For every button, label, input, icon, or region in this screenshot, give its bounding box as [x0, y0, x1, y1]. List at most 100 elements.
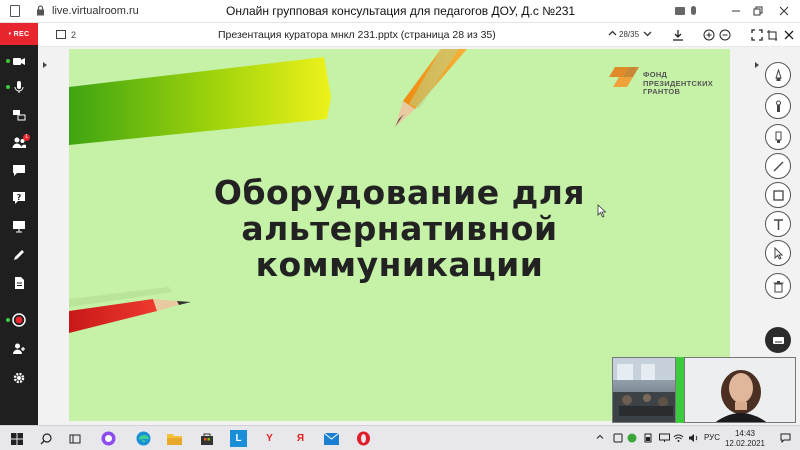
zoom-out-button[interactable] — [718, 28, 731, 41]
brush-tool-button[interactable] — [765, 93, 791, 119]
windows-start-icon — [10, 432, 23, 445]
store-icon — [200, 433, 213, 445]
marker-tool-button[interactable] — [765, 124, 791, 150]
collapse-left-button[interactable] — [42, 61, 48, 70]
maximize-button[interactable] — [750, 3, 766, 19]
tray-volume[interactable] — [688, 433, 699, 445]
l-app[interactable]: L — [230, 430, 247, 447]
sidebar-item-presentation[interactable] — [0, 214, 38, 238]
system-clock[interactable]: 14:43 12.02.2021 — [722, 429, 768, 449]
opera-icon — [357, 431, 370, 446]
active-indicator — [6, 59, 10, 63]
question-icon: ? — [13, 192, 25, 204]
pages-icon[interactable] — [56, 30, 66, 39]
marker-icon — [775, 131, 781, 143]
drawing-tools-panel — [762, 62, 798, 392]
sidebar-item-documents[interactable] — [0, 271, 38, 295]
sidebar-item-record[interactable] — [0, 308, 38, 332]
search-icon — [40, 432, 52, 444]
rectangle-icon — [772, 189, 784, 201]
svg-text:?: ? — [17, 193, 22, 202]
alice-icon — [101, 431, 116, 446]
close-icon — [784, 30, 793, 39]
window-title: Онлайн групповая консультация для педаго… — [226, 4, 576, 18]
mic-status-icon[interactable] — [691, 6, 696, 15]
store-app[interactable] — [198, 430, 215, 447]
shield-icon — [627, 433, 637, 443]
yandex-browser-app[interactable]: Y — [261, 430, 278, 447]
language-indicator[interactable]: РУС — [704, 433, 720, 442]
sidebar-item-microphone[interactable] — [0, 75, 38, 99]
sidebar-item-screen-share[interactable] — [0, 103, 38, 127]
participants-badge: 1 — [23, 134, 30, 141]
zoom-in-button[interactable] — [702, 28, 715, 41]
mail-app[interactable] — [323, 430, 340, 447]
edge-app[interactable] — [135, 430, 152, 447]
orange-pencil-graphic — [395, 49, 467, 127]
chat-icon — [13, 165, 25, 176]
yandex-app[interactable]: Я — [292, 430, 309, 447]
crop-button[interactable] — [765, 28, 778, 41]
highlighter-stroke — [69, 57, 331, 145]
next-page-button[interactable] — [643, 29, 652, 41]
tray-battery[interactable] — [643, 433, 653, 445]
edge-icon — [136, 431, 151, 446]
video-feed-image — [685, 358, 795, 422]
pointer-tool-button[interactable] — [765, 240, 791, 266]
video-participant-room[interactable] — [612, 357, 676, 423]
collapse-right-button[interactable] — [754, 61, 760, 70]
sidebar-item-settings[interactable] — [0, 366, 38, 390]
keyboard-button[interactable] — [765, 327, 791, 353]
sidebar-item-camera[interactable] — [0, 49, 38, 73]
pages-count: 2 — [71, 30, 77, 40]
text-tool-button[interactable] — [765, 211, 791, 237]
line-tool-button[interactable] — [765, 153, 791, 179]
address-bar-url[interactable]: live.virtualroom.ru — [52, 5, 139, 17]
zoom-out-icon — [719, 29, 730, 40]
download-button[interactable] — [671, 28, 684, 41]
record-icon — [12, 313, 26, 327]
tray-display[interactable] — [659, 433, 670, 445]
tray-app[interactable] — [613, 433, 623, 445]
opera-app[interactable] — [355, 430, 372, 447]
tray-security[interactable] — [627, 433, 637, 445]
pencil-tool-button[interactable] — [765, 62, 791, 88]
chevron-right-icon — [43, 62, 47, 68]
prev-page-button[interactable] — [608, 29, 617, 41]
close-icon — [779, 6, 789, 16]
video-participant-presenter[interactable] — [684, 357, 796, 423]
close-button[interactable] — [776, 3, 792, 19]
taskbar-search-button[interactable] — [37, 430, 54, 447]
tray-chevron[interactable] — [596, 433, 604, 443]
sidebar-item-add-user[interactable] — [0, 337, 38, 361]
restore-icon — [753, 6, 763, 16]
sidebar-item-questions[interactable]: ? — [0, 186, 38, 210]
line-icon — [773, 161, 783, 171]
sidebar-item-participants[interactable]: 1 — [0, 131, 38, 155]
tray-network[interactable] — [673, 433, 684, 445]
fund-logo-text: ФОНД ПРЕЗИДЕНТСКИХ ГРАНТОВ — [643, 70, 730, 97]
settings-icon — [13, 372, 25, 384]
minimize-button[interactable] — [728, 3, 744, 19]
alice-app[interactable] — [100, 430, 117, 447]
task-view-button[interactable] — [66, 430, 83, 447]
notifications-button[interactable] — [780, 433, 791, 445]
slide-heading-line-1: Оборудование для — [213, 173, 586, 212]
rectangle-tool-button[interactable] — [765, 182, 791, 208]
clear-tool-button[interactable] — [765, 273, 791, 299]
sidebar-item-chat[interactable] — [0, 158, 38, 182]
volume-icon — [689, 434, 698, 442]
close-presentation-button[interactable] — [782, 28, 795, 41]
fit-screen-button[interactable] — [750, 28, 763, 41]
sidebar-item-whiteboard[interactable] — [0, 243, 38, 267]
record-button[interactable]: • REC — [0, 23, 38, 45]
file-explorer-app[interactable] — [166, 430, 183, 447]
start-button[interactable] — [8, 430, 25, 447]
camera-status-icon[interactable] — [675, 7, 685, 15]
download-icon — [672, 29, 683, 41]
page-icon — [10, 5, 20, 17]
page-indicator: 28/35 — [619, 30, 640, 39]
logo-text-line: ГРАНТОВ — [643, 87, 681, 96]
pen-icon — [14, 250, 24, 260]
document-icon — [15, 277, 24, 289]
